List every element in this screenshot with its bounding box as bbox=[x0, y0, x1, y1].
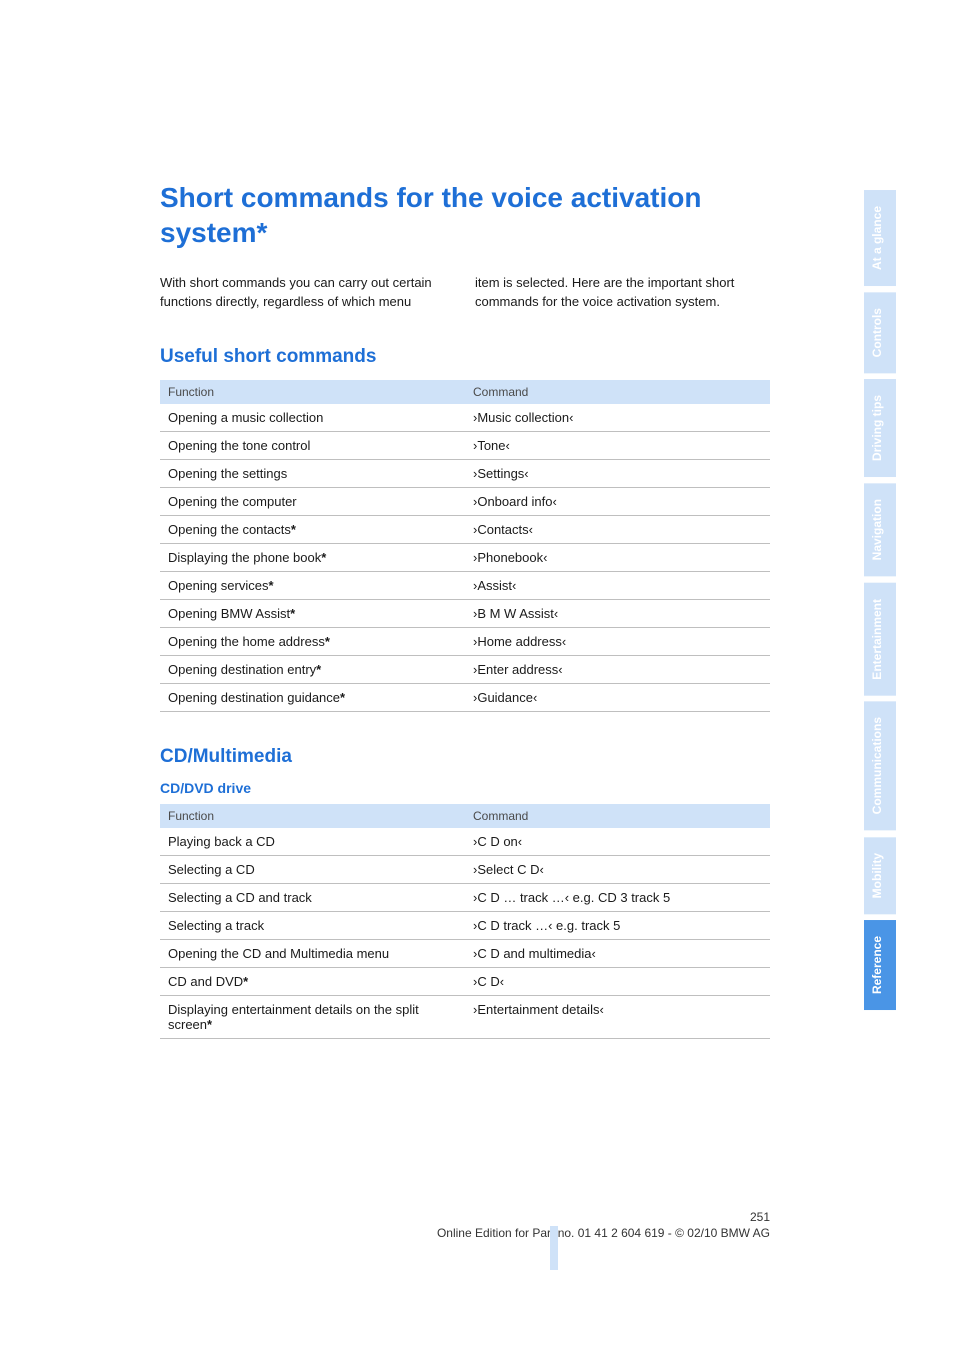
page: Short commands for the voice activation … bbox=[0, 0, 954, 1350]
cell-function: Selecting a CD bbox=[160, 855, 465, 883]
cell-function: Playing back a CD bbox=[160, 828, 465, 856]
table-row: Opening the computer›Onboard info‹ bbox=[160, 487, 770, 515]
cell-command: ›Settings‹ bbox=[465, 459, 770, 487]
side-tab-driving-tips[interactable]: Driving tips bbox=[864, 379, 896, 477]
intro-right: item is selected. Here are the important… bbox=[475, 274, 770, 312]
table-header-row: Function Command bbox=[160, 804, 770, 828]
table-body: Opening a music collection›Music collect… bbox=[160, 404, 770, 712]
table-row: Opening the home address*›Home address‹ bbox=[160, 627, 770, 655]
content-column: Short commands for the voice activation … bbox=[160, 180, 770, 1039]
cell-command: ›Guidance‹ bbox=[465, 683, 770, 711]
col-header-command: Command bbox=[465, 804, 770, 828]
footnote-star-icon: * bbox=[243, 974, 248, 989]
page-title: Short commands for the voice activation … bbox=[160, 180, 770, 250]
cell-function: Opening the settings bbox=[160, 459, 465, 487]
cell-function: Opening a music collection bbox=[160, 404, 465, 432]
footnote-star-icon: * bbox=[325, 634, 330, 649]
side-tab-communications[interactable]: Communications bbox=[864, 701, 896, 830]
table-row: Opening BMW Assist*›B M W Assist‹ bbox=[160, 599, 770, 627]
side-tab-reference[interactable]: Reference bbox=[864, 920, 896, 1010]
table-row: Selecting a CD and track›C D … track …‹ … bbox=[160, 883, 770, 911]
table-row: Displaying the phone book*›Phonebook‹ bbox=[160, 543, 770, 571]
side-tab-entertainment[interactable]: Entertainment bbox=[864, 583, 896, 696]
footnote-star-icon: * bbox=[207, 1017, 212, 1032]
side-tab-controls[interactable]: Controls bbox=[864, 292, 896, 373]
intro-paragraph: With short commands you can carry out ce… bbox=[160, 274, 770, 312]
table-row: Playing back a CD›C D on‹ bbox=[160, 828, 770, 856]
cell-function: Displaying the phone book* bbox=[160, 543, 465, 571]
footnote-star-icon: * bbox=[321, 550, 326, 565]
cell-function: Opening the contacts* bbox=[160, 515, 465, 543]
cell-command: ›Select C D‹ bbox=[465, 855, 770, 883]
cell-function: Displaying entertainment details on the … bbox=[160, 995, 465, 1038]
table-row: Opening the contacts*›Contacts‹ bbox=[160, 515, 770, 543]
cell-function: CD and DVD* bbox=[160, 967, 465, 995]
table-row: Opening a music collection›Music collect… bbox=[160, 404, 770, 432]
cell-command: ›Home address‹ bbox=[465, 627, 770, 655]
table-row: Opening destination entry*›Enter address… bbox=[160, 655, 770, 683]
cell-command: ›C D track …‹ e.g. track 5 bbox=[465, 911, 770, 939]
cell-function: Opening the CD and Multimedia menu bbox=[160, 939, 465, 967]
footnote-star-icon: * bbox=[291, 522, 296, 537]
section-heading-useful: Useful short commands bbox=[160, 346, 770, 368]
table-body: Playing back a CD›C D on‹Selecting a CD›… bbox=[160, 828, 770, 1039]
col-header-command: Command bbox=[465, 380, 770, 404]
table-row: Selecting a track›C D track …‹ e.g. trac… bbox=[160, 911, 770, 939]
cell-command: ›Phonebook‹ bbox=[465, 543, 770, 571]
table-row: Opening the settings›Settings‹ bbox=[160, 459, 770, 487]
side-tab-navigation[interactable]: Navigation bbox=[864, 483, 896, 576]
table-row: Opening destination guidance*›Guidance‹ bbox=[160, 683, 770, 711]
page-footer: 251 Online Edition for Part no. 01 41 2 … bbox=[160, 1210, 770, 1240]
cell-command: ›C D and multimedia‹ bbox=[465, 939, 770, 967]
subsection-heading-cddvd: CD/DVD drive bbox=[160, 780, 770, 796]
footnote-star-icon: * bbox=[290, 606, 295, 621]
table-row: Opening the tone control›Tone‹ bbox=[160, 431, 770, 459]
cell-function: Opening the tone control bbox=[160, 431, 465, 459]
table-row: Displaying entertainment details on the … bbox=[160, 995, 770, 1038]
footnote-star-icon: * bbox=[316, 662, 321, 677]
footnote-star-icon: * bbox=[268, 578, 273, 593]
table-useful-commands: Function Command Opening a music collect… bbox=[160, 380, 770, 712]
page-number: 251 bbox=[160, 1210, 770, 1224]
col-header-function: Function bbox=[160, 380, 465, 404]
footnote-star-icon: * bbox=[340, 690, 345, 705]
section-heading-cdmm: CD/Multimedia bbox=[160, 746, 770, 768]
cell-command: ›Music collection‹ bbox=[465, 404, 770, 432]
table-row: CD and DVD*›C D‹ bbox=[160, 967, 770, 995]
cell-function: Opening the home address* bbox=[160, 627, 465, 655]
cell-command: ›C D … track …‹ e.g. CD 3 track 5 bbox=[465, 883, 770, 911]
cell-command: ›C D‹ bbox=[465, 967, 770, 995]
cell-command: ›Onboard info‹ bbox=[465, 487, 770, 515]
cell-command: ›B M W Assist‹ bbox=[465, 599, 770, 627]
table-row: Opening services*›Assist‹ bbox=[160, 571, 770, 599]
cell-command: ›C D on‹ bbox=[465, 828, 770, 856]
cell-function: Opening destination guidance* bbox=[160, 683, 465, 711]
cell-command: ›Enter address‹ bbox=[465, 655, 770, 683]
cell-function: Selecting a track bbox=[160, 911, 465, 939]
side-tab-at-a-glance[interactable]: At a glance bbox=[864, 190, 896, 286]
table-header-row: Function Command bbox=[160, 380, 770, 404]
cell-command: ›Assist‹ bbox=[465, 571, 770, 599]
cell-command: ›Tone‹ bbox=[465, 431, 770, 459]
cell-function: Selecting a CD and track bbox=[160, 883, 465, 911]
side-tab-mobility[interactable]: Mobility bbox=[864, 837, 896, 914]
cell-function: Opening services* bbox=[160, 571, 465, 599]
side-tabs: At a glance Controls Driving tips Navigatio… bbox=[864, 190, 896, 1010]
edition-line: Online Edition for Part no. 01 41 2 604 … bbox=[437, 1226, 770, 1240]
table-row: Opening the CD and Multimedia menu›C D a… bbox=[160, 939, 770, 967]
table-cddvd-commands: Function Command Playing back a CD›C D o… bbox=[160, 804, 770, 1039]
cell-function: Opening the computer bbox=[160, 487, 465, 515]
cell-command: ›Entertainment details‹ bbox=[465, 995, 770, 1038]
table-row: Selecting a CD›Select C D‹ bbox=[160, 855, 770, 883]
cell-function: Opening BMW Assist* bbox=[160, 599, 465, 627]
cell-command: ›Contacts‹ bbox=[465, 515, 770, 543]
cell-function: Opening destination entry* bbox=[160, 655, 465, 683]
intro-left: With short commands you can carry out ce… bbox=[160, 274, 455, 312]
footer-bar bbox=[550, 1226, 558, 1270]
col-header-function: Function bbox=[160, 804, 465, 828]
